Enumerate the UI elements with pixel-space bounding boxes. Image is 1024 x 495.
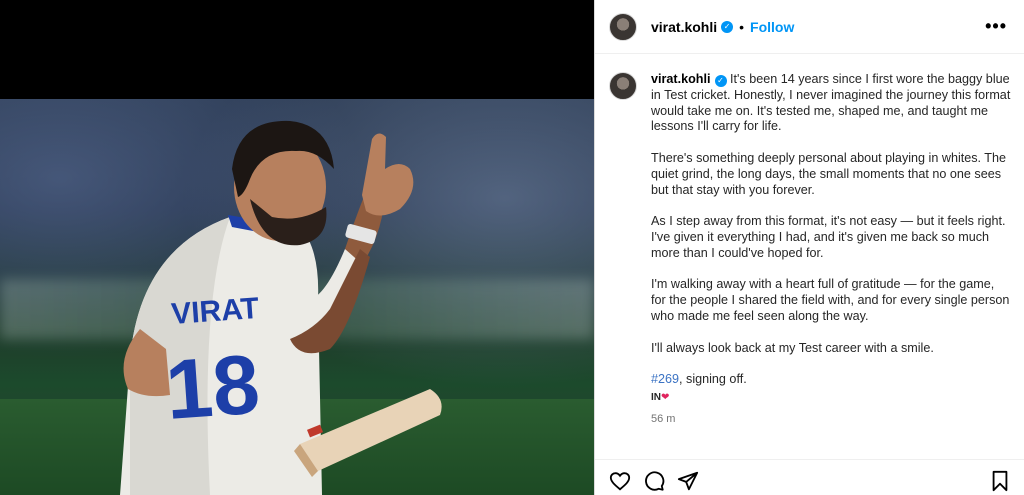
caption-verified-icon: ✓ <box>714 75 727 87</box>
flag-text: IN <box>651 391 661 403</box>
caption-paragraph-4: I'm walking away with a heart full of gr… <box>651 277 1010 323</box>
verified-icon: ✓ <box>721 20 734 33</box>
hashtag-link[interactable]: #269 <box>651 372 679 386</box>
caption-paragraph-2: There's something deeply personal about … <box>651 150 1007 197</box>
caption-text: virat.kohli ✓ It's been 14 years since I … <box>651 72 1011 428</box>
caption-paragraph-5: I'll always look back at my Test career … <box>651 340 934 355</box>
separator-dot: • <box>739 18 745 35</box>
caption-avatar[interactable] <box>609 72 637 100</box>
caption-block: virat.kohli ✓ It's been 14 years since I … <box>609 72 1019 428</box>
header-username[interactable]: virat.kohli <box>651 19 717 35</box>
jersey-number: 18 <box>163 337 263 437</box>
follow-button[interactable]: Follow <box>750 19 794 35</box>
post-header: virat.kohli ✓ • Follow ••• <box>595 0 1024 54</box>
signoff-text: , signing off. <box>679 372 747 387</box>
caption-username[interactable]: virat.kohli <box>651 72 711 86</box>
heart-icon: ❤ <box>661 391 670 403</box>
avatar[interactable] <box>609 12 637 41</box>
share-icon[interactable] <box>677 470 699 492</box>
like-icon[interactable] <box>609 470 631 492</box>
more-icon[interactable]: ••• <box>985 17 1007 35</box>
comment-icon[interactable] <box>643 470 665 492</box>
post-media: VIRAT 18 <box>0 0 594 495</box>
caption-paragraph-3: As I step away from this format, it's no… <box>651 214 1006 260</box>
action-bar <box>595 459 1024 495</box>
post-photo: VIRAT 18 <box>0 99 594 495</box>
post-panel: virat.kohli ✓ • Follow ••• virat.kohli ✓ … <box>594 0 1024 495</box>
timestamp[interactable]: 56 m <box>651 412 1011 428</box>
save-icon[interactable] <box>989 470 1011 492</box>
player-illustration: VIRAT 18 <box>120 120 442 495</box>
jersey-name: VIRAT <box>170 292 260 331</box>
